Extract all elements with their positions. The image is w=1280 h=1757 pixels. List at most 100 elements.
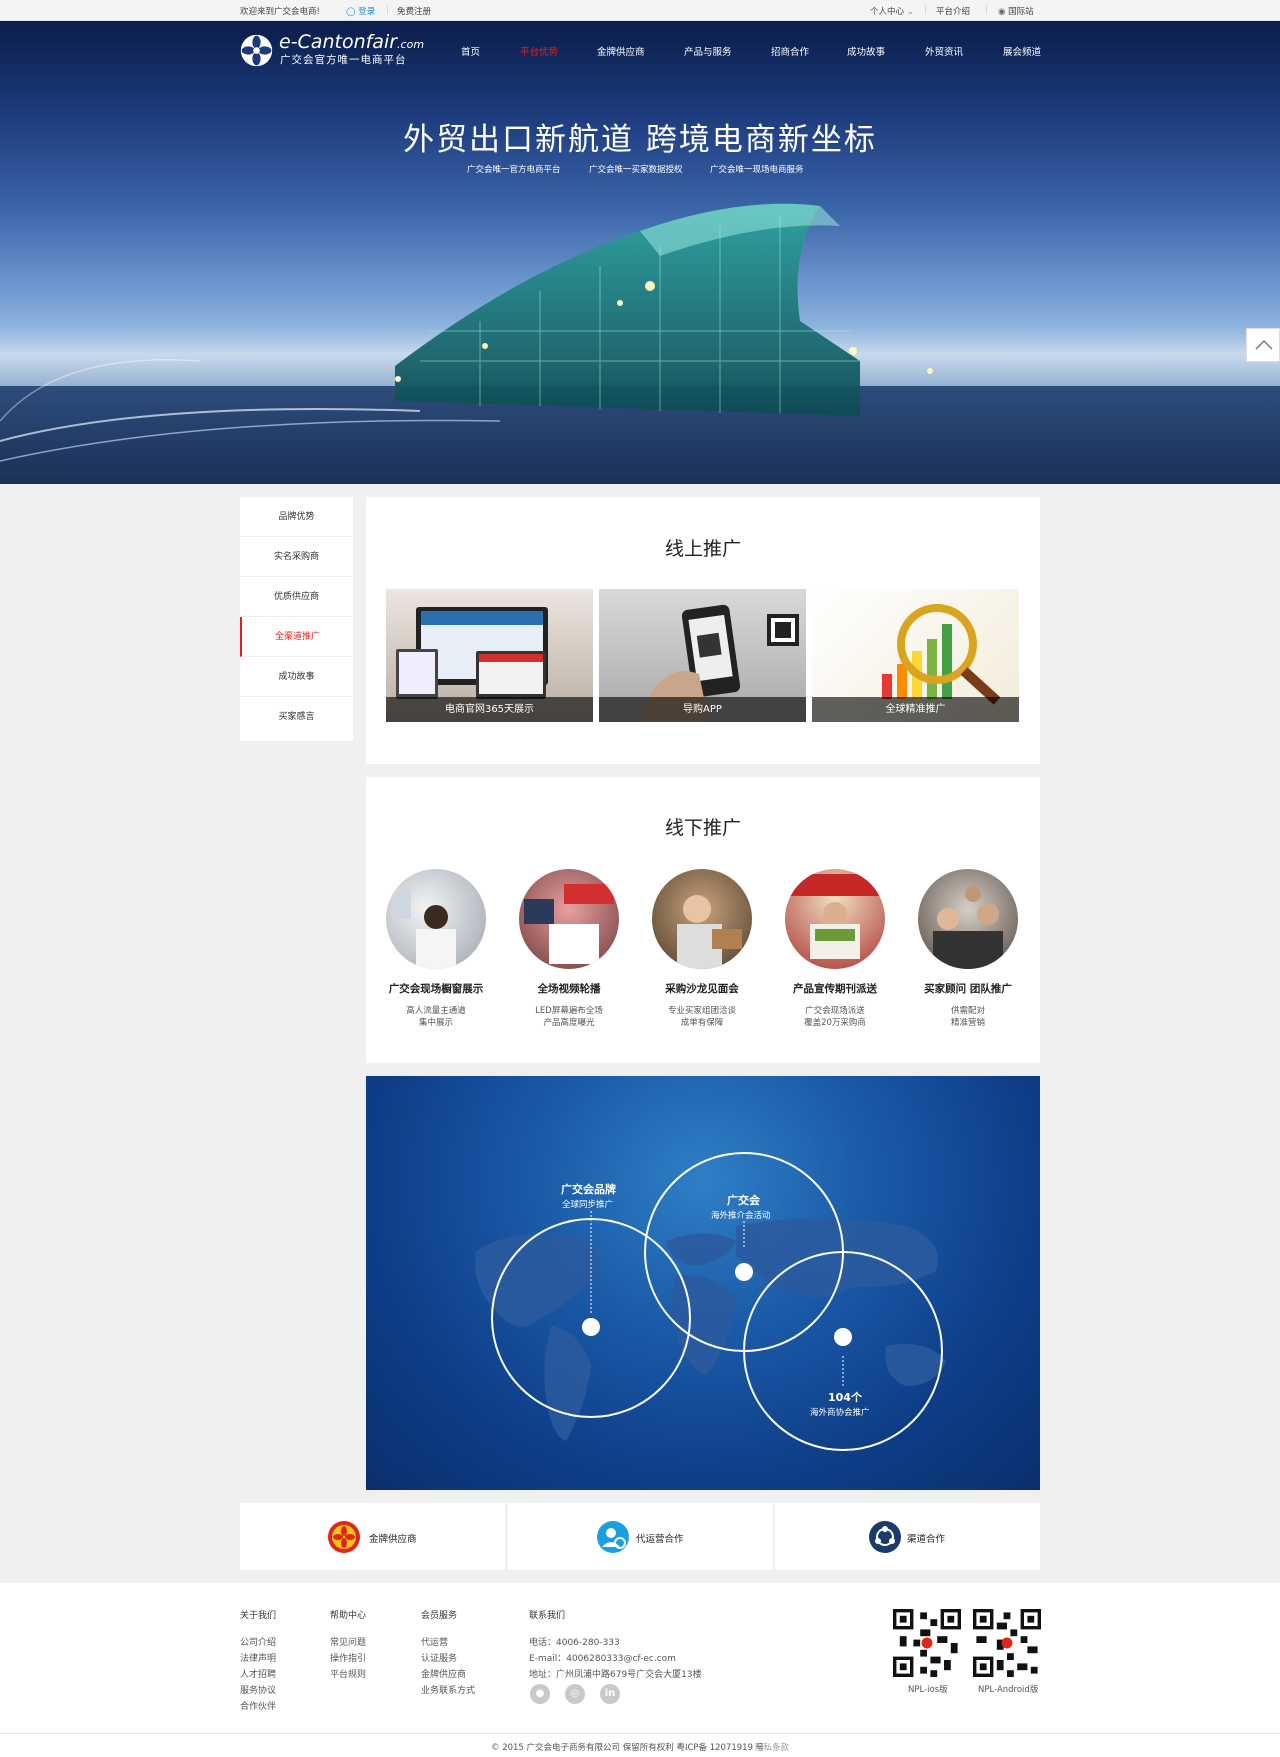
- footer-phone: 电话：4006-280-333: [529, 1638, 620, 1648]
- sidebar-item-testimonials[interactable]: 买家感言: [240, 697, 353, 737]
- sidebar-item-brand[interactable]: 品牌优势: [240, 497, 353, 537]
- card-caption: 导购APP: [599, 697, 806, 722]
- register-link[interactable]: 免费注册: [397, 5, 431, 17]
- gold-supplier-icon: [328, 1521, 360, 1553]
- map-label-fair-title: 广交会: [727, 1194, 760, 1207]
- nav-investment[interactable]: 招商合作: [771, 44, 809, 58]
- promo-card-global[interactable]: 全球精准推广: [812, 589, 1019, 722]
- map-label-fair-sub: 海外推介会活动: [711, 1211, 771, 1221]
- map-label-brand-title: 广交会品牌: [561, 1183, 616, 1196]
- footer-link[interactable]: 平台规则: [330, 1667, 366, 1680]
- footer-link[interactable]: 操作指引: [330, 1651, 366, 1664]
- logo-text[interactable]: e-Cantonfair.com: [279, 31, 424, 53]
- logo-flower-icon[interactable]: [240, 34, 273, 67]
- welcome-text: 欢迎来到广交会电商!: [240, 7, 320, 17]
- sidebar-item-stories[interactable]: 成功故事: [240, 657, 353, 697]
- ios-qr-code-icon: [893, 1609, 961, 1677]
- operation-partner-link[interactable]: 代运营合作: [508, 1503, 773, 1570]
- platform-intro-link[interactable]: 平台介绍: [936, 5, 970, 17]
- weibo-icon[interactable]: ◎: [565, 1684, 585, 1704]
- footer-link[interactable]: 金牌供应商: [421, 1667, 466, 1680]
- exhibition-hall-image: [0, 203, 1280, 484]
- nav-success-stories[interactable]: 成功故事: [847, 44, 885, 58]
- sidebar-menu: 品牌优势 实名采购商 优质供应商 全渠道推广 成功故事 买家感言: [240, 497, 353, 741]
- footer-link[interactable]: 服务协议: [240, 1683, 276, 1696]
- user-center-menu[interactable]: 个人中心 ⌄: [870, 5, 914, 17]
- online-promotion-panel: 线上推广 电商官网365天展示 导购APP 全球精准推广: [366, 497, 1040, 764]
- nav-platform-advantages[interactable]: 平台优势: [520, 44, 558, 58]
- login-link[interactable]: ◯ 登录: [346, 5, 375, 17]
- android-qr-code-icon: [973, 1609, 1041, 1677]
- photo-video-screens: [519, 869, 619, 969]
- global-promotion-map: 广交会品牌 全球同步推广 广交会 海外推介会活动 104个 海外商协会推广: [366, 1076, 1040, 1490]
- nav-products-services[interactable]: 产品与服务: [684, 44, 732, 58]
- scroll-top-button[interactable]: [1246, 328, 1280, 362]
- footer-link[interactable]: 合作伙伴: [240, 1699, 276, 1712]
- international-link[interactable]: ◉ 国际站: [998, 5, 1034, 17]
- user-icon: ◯: [346, 7, 356, 17]
- photo-window-display: [386, 869, 486, 969]
- nav-fair-channel[interactable]: 展会频道: [1003, 44, 1041, 58]
- photo-magazine-delivery: [785, 869, 885, 969]
- divider: |: [985, 5, 988, 15]
- hero-sub-2: 广交会唯一买家数据授权: [589, 165, 683, 175]
- qr-caption-android: NPL-Android版: [978, 1685, 1039, 1695]
- map-label-assoc-title: 104个: [828, 1391, 862, 1404]
- link-label: 渠道合作: [907, 1534, 946, 1545]
- channel-partner-icon: [869, 1521, 901, 1553]
- divider: |: [924, 5, 927, 15]
- nav-home[interactable]: 首页: [461, 44, 480, 58]
- offline-item-title: 买家顾问 团队推广: [924, 983, 1012, 995]
- map-label-brand-sub: 全球同步推广: [562, 1200, 614, 1210]
- footer-col-title: 帮助中心: [330, 1611, 367, 1621]
- hero-banner: e-Cantonfair.com 广交会官方唯一电商平台 首页 平台优势 金牌供…: [0, 21, 1280, 484]
- nav-gold-suppliers[interactable]: 金牌供应商: [597, 44, 645, 58]
- footer-link[interactable]: 常见问题: [330, 1635, 366, 1648]
- footer-col-title: 会员服务: [421, 1611, 458, 1621]
- footer-link[interactable]: 认证服务: [421, 1651, 457, 1664]
- gold-supplier-link[interactable]: 金牌供应商: [240, 1503, 505, 1570]
- footer-link[interactable]: 代运营: [421, 1635, 448, 1648]
- nav-trade-news[interactable]: 外贸资讯: [925, 44, 963, 58]
- sidebar-item-buyers[interactable]: 实名采购商: [240, 537, 353, 577]
- footer: 关于我们 公司介绍 法律声明 人才招聘 服务协议 合作伙伴 帮助中心 常见问题 …: [0, 1583, 1280, 1733]
- footer-link[interactable]: 公司介绍: [240, 1635, 276, 1648]
- hero-title: 外贸出口新航道 跨境电商新坐标: [403, 122, 877, 158]
- footer-address: 地址：广州凤浦中路679号广交会大厦13楼: [529, 1670, 702, 1680]
- qr-caption-ios: NPL-ios版: [908, 1685, 948, 1695]
- globe-icon: ◉: [998, 7, 1006, 17]
- footer-link[interactable]: 业务联系方式: [421, 1683, 475, 1696]
- chevron-down-icon: ⌄: [906, 7, 914, 17]
- link-label: 代运营合作: [636, 1534, 684, 1545]
- photo-buyer-salon: [652, 869, 752, 969]
- card-caption: 电商官网365天展示: [386, 697, 593, 722]
- linkedin-icon[interactable]: in: [600, 1684, 620, 1704]
- promo-card-website[interactable]: 电商官网365天展示: [386, 589, 593, 722]
- offline-promotion-panel: 线下推广 广交会现场橱窗展示 高人流量主通道 集中展示 全场视频轮播 LED屏幕…: [366, 777, 1040, 1063]
- promo-card-app[interactable]: 导购APP: [599, 589, 806, 722]
- footer-link[interactable]: 人才招聘: [240, 1667, 276, 1680]
- sidebar-item-promotion[interactable]: 全渠道推广: [240, 617, 353, 657]
- section-title: 线下推广: [664, 817, 741, 839]
- chevron-up-icon: [1255, 339, 1273, 350]
- card-caption: 全球精准推广: [812, 697, 1019, 722]
- footer-email[interactable]: E-mail：4006280333@cf-ec.com: [529, 1651, 676, 1664]
- hero-sub-3: 广交会唯一现场电商服务: [710, 165, 804, 175]
- offline-item-desc: 精准营销: [950, 1018, 985, 1028]
- logo-subtitle: 广交会官方唯一电商平台: [280, 54, 407, 66]
- section-title: 线上推广: [664, 538, 741, 560]
- channel-partner-link[interactable]: 渠道合作: [775, 1503, 1040, 1570]
- hero-sub-1: 广交会唯一官方电商平台: [467, 165, 561, 175]
- link-label: 金牌供应商: [369, 1534, 417, 1545]
- copyright-text: © 2015 广交会电子商务有限公司 保留所有权利 粤ICP备 12071919…: [491, 1743, 765, 1753]
- world-map-image: [475, 1152, 946, 1451]
- divider: |: [386, 5, 389, 15]
- privacy-link[interactable]: 隐私条款: [755, 1741, 789, 1753]
- map-label-assoc-sub: 海外商协会推广: [810, 1408, 870, 1418]
- footer-col-title: 关于我们: [240, 1611, 277, 1621]
- footer-link[interactable]: 法律声明: [240, 1651, 276, 1664]
- wechat-icon[interactable]: ●: [530, 1684, 550, 1704]
- sidebar-item-suppliers[interactable]: 优质供应商: [240, 577, 353, 617]
- footer-col-title: 联系我们: [529, 1611, 566, 1621]
- offline-item-desc: 供需配对: [950, 1006, 985, 1016]
